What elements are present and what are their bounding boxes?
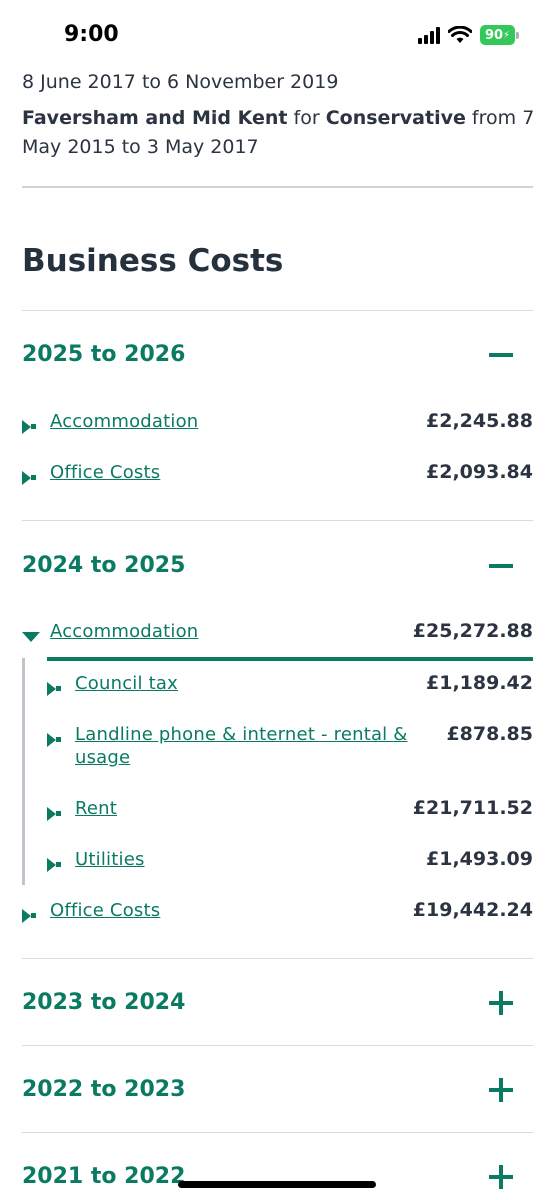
year-accordion-2024-2025[interactable]: 2024 to 2025	[22, 547, 533, 587]
minus-icon[interactable]	[489, 340, 513, 370]
from-word: from	[471, 107, 517, 129]
mp-service-info: 8 June 2017 to 6 November 2019 Faversham…	[22, 68, 537, 169]
year-label: 2023 to 2024	[22, 990, 186, 1015]
plus-icon[interactable]	[489, 1075, 513, 1105]
year-label: 2021 to 2022	[22, 1164, 186, 1189]
divider	[22, 1045, 533, 1046]
subcost-item-link[interactable]: Utilities	[75, 848, 145, 871]
cost-amount: £1,189.42	[426, 672, 533, 694]
cost-amount: £2,093.84	[426, 461, 533, 483]
for-word: for	[293, 107, 320, 129]
expand-arrow-icon[interactable]	[47, 807, 63, 821]
home-indicator[interactable]	[178, 1181, 376, 1188]
expand-arrow-icon[interactable]	[22, 420, 38, 434]
year-label: 2022 to 2023	[22, 1077, 186, 1102]
wifi-icon	[448, 26, 472, 43]
cost-item-accommodation[interactable]: Accommodation £2,245.88	[22, 410, 533, 440]
subcost-item-council-tax[interactable]: Council tax £1,189.42	[47, 672, 533, 702]
subcost-label-line2[interactable]: usage	[75, 747, 130, 768]
cost-item-link[interactable]: Office Costs	[50, 899, 160, 922]
battery-icon: 90 ⚡	[480, 25, 519, 45]
cost-amount: £2,245.88	[426, 410, 533, 432]
year-accordion-2025-2026[interactable]: 2025 to 2026	[22, 336, 533, 376]
subcost-item-link[interactable]: Rent	[75, 797, 117, 820]
year-accordion-2021-2022[interactable]: 2021 to 2022	[22, 1158, 533, 1198]
cost-amount: £21,711.52	[412, 797, 533, 819]
year-label: 2024 to 2025	[22, 553, 186, 578]
expand-arrow-icon[interactable]	[47, 858, 63, 872]
cost-item-link[interactable]: Accommodation	[50, 410, 198, 433]
expand-arrow-icon[interactable]	[22, 909, 38, 923]
status-icons: 90 ⚡	[418, 25, 519, 45]
subcost-item-landline[interactable]: Landline phone & internet - rental & usa…	[47, 723, 533, 771]
year-accordion-2022-2023[interactable]: 2022 to 2023	[22, 1071, 533, 1111]
subcost-item-rent[interactable]: Rent £21,711.52	[47, 797, 533, 827]
cost-amount: £19,442.24	[412, 899, 533, 921]
subitems-border	[22, 658, 25, 885]
section-divider	[22, 186, 533, 188]
subcost-label-line1[interactable]: Landline phone & internet - rental &	[75, 724, 408, 745]
minus-icon[interactable]	[489, 551, 513, 581]
cost-item-office-costs[interactable]: Office Costs £2,093.84	[22, 461, 533, 491]
status-time: 9:00	[64, 22, 119, 47]
expanded-underline	[47, 657, 533, 661]
divider	[22, 310, 533, 311]
year-accordion-2023-2024[interactable]: 2023 to 2024	[22, 984, 533, 1024]
subcost-item-link[interactable]: Council tax	[75, 672, 178, 695]
page-title: Business Costs	[22, 243, 284, 279]
party-name: Conservative	[325, 107, 466, 129]
cellular-signal-icon	[418, 26, 440, 44]
collapse-arrow-icon[interactable]	[22, 630, 40, 644]
divider	[22, 520, 533, 521]
divider	[22, 958, 533, 959]
subcost-item-link[interactable]: Landline phone & internet - rental & usa…	[75, 723, 425, 769]
year-label: 2025 to 2026	[22, 342, 186, 367]
plus-icon[interactable]	[489, 988, 513, 1018]
subcost-item-utilities[interactable]: Utilities £1,493.09	[47, 848, 533, 878]
cost-item-accommodation-expanded[interactable]: Accommodation £25,272.88	[22, 620, 533, 650]
cost-item-link[interactable]: Accommodation	[50, 620, 198, 643]
divider	[22, 1132, 533, 1133]
previous-service: Faversham and Mid Kent for Conservative …	[22, 104, 537, 162]
cost-item-office-costs[interactable]: Office Costs £19,442.24	[22, 899, 533, 929]
battery-level: 90	[484, 27, 504, 43]
expand-arrow-icon[interactable]	[47, 733, 63, 747]
plus-icon[interactable]	[489, 1162, 513, 1192]
constituency-name: Faversham and Mid Kent	[22, 107, 288, 129]
cost-amount: £25,272.88	[412, 620, 533, 642]
cost-item-link[interactable]: Office Costs	[50, 461, 160, 484]
cost-amount: £1,493.09	[426, 848, 533, 870]
service-dates: 8 June 2017 to 6 November 2019	[22, 71, 339, 93]
cost-amount: £878.85	[446, 723, 533, 745]
expand-arrow-icon[interactable]	[22, 471, 38, 485]
expand-arrow-icon[interactable]	[47, 682, 63, 696]
status-bar: 9:00 90 ⚡	[0, 0, 555, 72]
